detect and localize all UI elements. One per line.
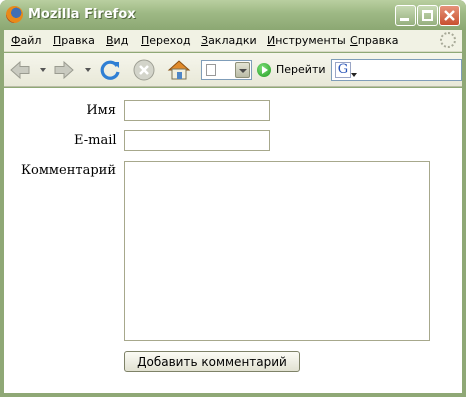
menu-label: нструменты	[275, 34, 346, 47]
browser-window: Mozilla Firefox Файл Правка Вид Переход …	[0, 0, 466, 397]
maximize-button[interactable]	[417, 5, 438, 26]
menu-file[interactable]: Файл	[11, 34, 41, 47]
url-bar[interactable]	[201, 60, 252, 80]
firefox-icon	[6, 6, 23, 23]
name-input[interactable]	[124, 100, 270, 121]
comment-label: Комментарий	[20, 163, 116, 178]
stop-icon[interactable]	[132, 58, 156, 82]
close-icon	[444, 10, 455, 21]
comment-textarea[interactable]	[124, 161, 430, 341]
email-input[interactable]	[124, 130, 270, 151]
search-engine-dropdown-icon[interactable]	[351, 73, 357, 77]
menu-label: ереход	[149, 34, 191, 47]
back-dropdown-icon[interactable]	[40, 68, 46, 72]
menu-edit[interactable]: Правка	[53, 34, 95, 47]
search-bar[interactable]: G	[331, 59, 462, 81]
title-bar[interactable]: Mozilla Firefox	[0, 0, 466, 30]
menu-label: равка	[61, 34, 95, 47]
throbber-icon	[440, 32, 456, 48]
menu-view[interactable]: Вид	[106, 34, 128, 47]
menu-accel: С	[350, 34, 358, 47]
go-icon[interactable]	[257, 63, 271, 77]
menu-accel: В	[106, 34, 114, 47]
minimize-button[interactable]	[395, 5, 416, 26]
minimize-icon	[400, 18, 409, 21]
reload-icon[interactable]	[98, 58, 122, 82]
menu-label: ид	[113, 34, 129, 47]
menu-label: правка	[357, 34, 399, 47]
menu-label: акладки	[208, 34, 257, 47]
navigation-toolbar: Перейти G	[4, 53, 462, 87]
email-label: E-mail	[74, 133, 117, 148]
window-title: Mozilla Firefox	[28, 7, 136, 22]
page-content: Имя E-mail Комментарий Добавить коммента…	[4, 88, 462, 393]
page-icon	[206, 64, 216, 76]
menu-accel: И	[267, 34, 276, 47]
menu-go[interactable]: Переход	[141, 34, 191, 47]
menu-label: айл	[20, 34, 42, 47]
menu-accel: З	[201, 34, 209, 47]
url-dropdown-icon[interactable]	[235, 62, 250, 78]
google-icon[interactable]: G	[335, 62, 351, 78]
maximize-icon	[422, 10, 433, 21]
menu-bar: Файл Правка Вид Переход Закладки Инструм…	[4, 30, 462, 52]
name-label: Имя	[86, 103, 116, 118]
close-button[interactable]	[439, 5, 460, 26]
menu-tools[interactable]: Инструменты	[267, 34, 346, 47]
menu-help[interactable]: Справка	[350, 34, 398, 47]
add-comment-button[interactable]: Добавить комментарий	[124, 351, 300, 372]
forward-icon[interactable]	[52, 58, 76, 82]
menu-bookmarks[interactable]: Закладки	[201, 34, 257, 47]
forward-dropdown-icon[interactable]	[85, 68, 91, 72]
back-icon[interactable]	[8, 58, 32, 82]
home-icon[interactable]	[167, 58, 191, 82]
go-button-label[interactable]: Перейти	[276, 63, 326, 76]
